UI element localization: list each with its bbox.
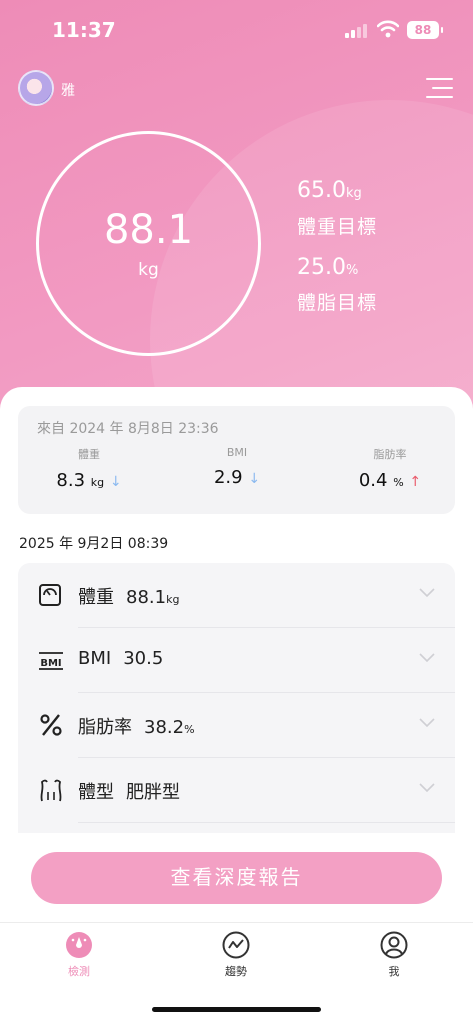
metric-row-bmi[interactable]: BMI BMI 30.5 [18, 628, 455, 693]
metric-label: 體型 [78, 782, 114, 803]
metric-value: 30.5 [123, 648, 164, 669]
tab-trend[interactable]: 趨勢 [191, 931, 281, 979]
metrics-card: 體重 88.1kg BMI BMI 30.5 脂肪率 38.2% 體型 肥胖型 [18, 563, 455, 833]
chevron-down-icon[interactable] [419, 653, 435, 663]
battery-icon: 88 [407, 21, 443, 39]
fat-goal-label[interactable]: 體脂目標 [297, 288, 377, 315]
metric-label: 脂肪率 [78, 717, 132, 738]
comparison-label: BMI [226, 446, 248, 459]
comparison-bmi: BMI 2.9 ↓ [187, 446, 287, 488]
avatar[interactable] [18, 70, 54, 106]
body-shape-icon [40, 779, 62, 802]
tab-label: 檢測 [68, 965, 90, 978]
status-bar: 11:37 88 [0, 0, 473, 60]
wifi-icon [377, 20, 399, 38]
tab-label: 我 [388, 965, 400, 978]
comparison-value: 0.4 [358, 470, 388, 491]
weight-goal-label[interactable]: 體重目標 [297, 212, 377, 239]
fat-goal-value[interactable]: 25.0% [297, 255, 358, 280]
percent-icon [40, 714, 62, 736]
hamburger-menu-icon[interactable] [426, 77, 453, 99]
trend-icon [222, 931, 250, 959]
metric-value: 肥胖型 [126, 782, 180, 803]
tab-label: 趨勢 [225, 965, 247, 978]
tab-measure[interactable]: 檢測 [34, 931, 124, 979]
comparison-weight: 體重 8.3 kg ↓ [39, 446, 139, 491]
chevron-down-icon[interactable] [419, 588, 435, 598]
metric-value: 38.2% [144, 717, 195, 738]
current-weight-value: 88.1 [103, 207, 194, 253]
measurement-date: 2025 年 9月2日 08:39 [19, 536, 169, 552]
divider [78, 822, 455, 823]
comparison-source: 來自 2024 年 8月8日 23:36 [37, 421, 219, 437]
svg-text:BMI: BMI [40, 658, 61, 669]
chevron-down-icon[interactable] [419, 718, 435, 728]
metric-row-weight[interactable]: 體重 88.1kg [18, 563, 455, 628]
comparison-value: 8.3 [56, 470, 86, 491]
metric-row-fat[interactable]: 脂肪率 38.2% [18, 693, 455, 758]
metric-value: 88.1kg [126, 587, 180, 608]
measure-icon [66, 932, 92, 958]
comparison-value: 2.9 [213, 467, 243, 488]
user-name[interactable]: 雅 [61, 80, 75, 100]
status-time: 11:37 [52, 18, 116, 42]
profile-icon [380, 931, 408, 959]
comparison-fat: 脂肪率 0.4 % ↑ [340, 446, 440, 491]
bmi-icon: BMI [39, 652, 63, 670]
up-arrow-icon: ↑ [409, 474, 422, 490]
comparison-unit: % [393, 476, 404, 489]
current-weight-unit: kg [138, 260, 159, 280]
metric-row-body-shape[interactable]: 體型 肥胖型 [18, 758, 455, 823]
comparison-unit: kg [90, 476, 105, 489]
tab-profile[interactable]: 我 [349, 931, 439, 979]
view-report-button[interactable]: 查看深度報告 [31, 852, 442, 904]
down-arrow-icon: ↓ [248, 471, 261, 487]
cellular-signal-icon [345, 24, 369, 38]
scale-icon [39, 584, 61, 606]
metric-label: 體重 [78, 587, 114, 608]
home-indicator [152, 1007, 321, 1012]
comparison-card: 來自 2024 年 8月8日 23:36 體重 8.3 kg ↓ BMI 2.9… [18, 406, 455, 514]
comparison-label: 體重 [78, 448, 100, 461]
comparison-label: 脂肪率 [373, 448, 407, 461]
weight-goal-value[interactable]: 65.0kg [297, 178, 362, 203]
chevron-down-icon[interactable] [419, 783, 435, 793]
metric-label: BMI [78, 648, 112, 669]
down-arrow-icon: ↓ [109, 474, 122, 490]
